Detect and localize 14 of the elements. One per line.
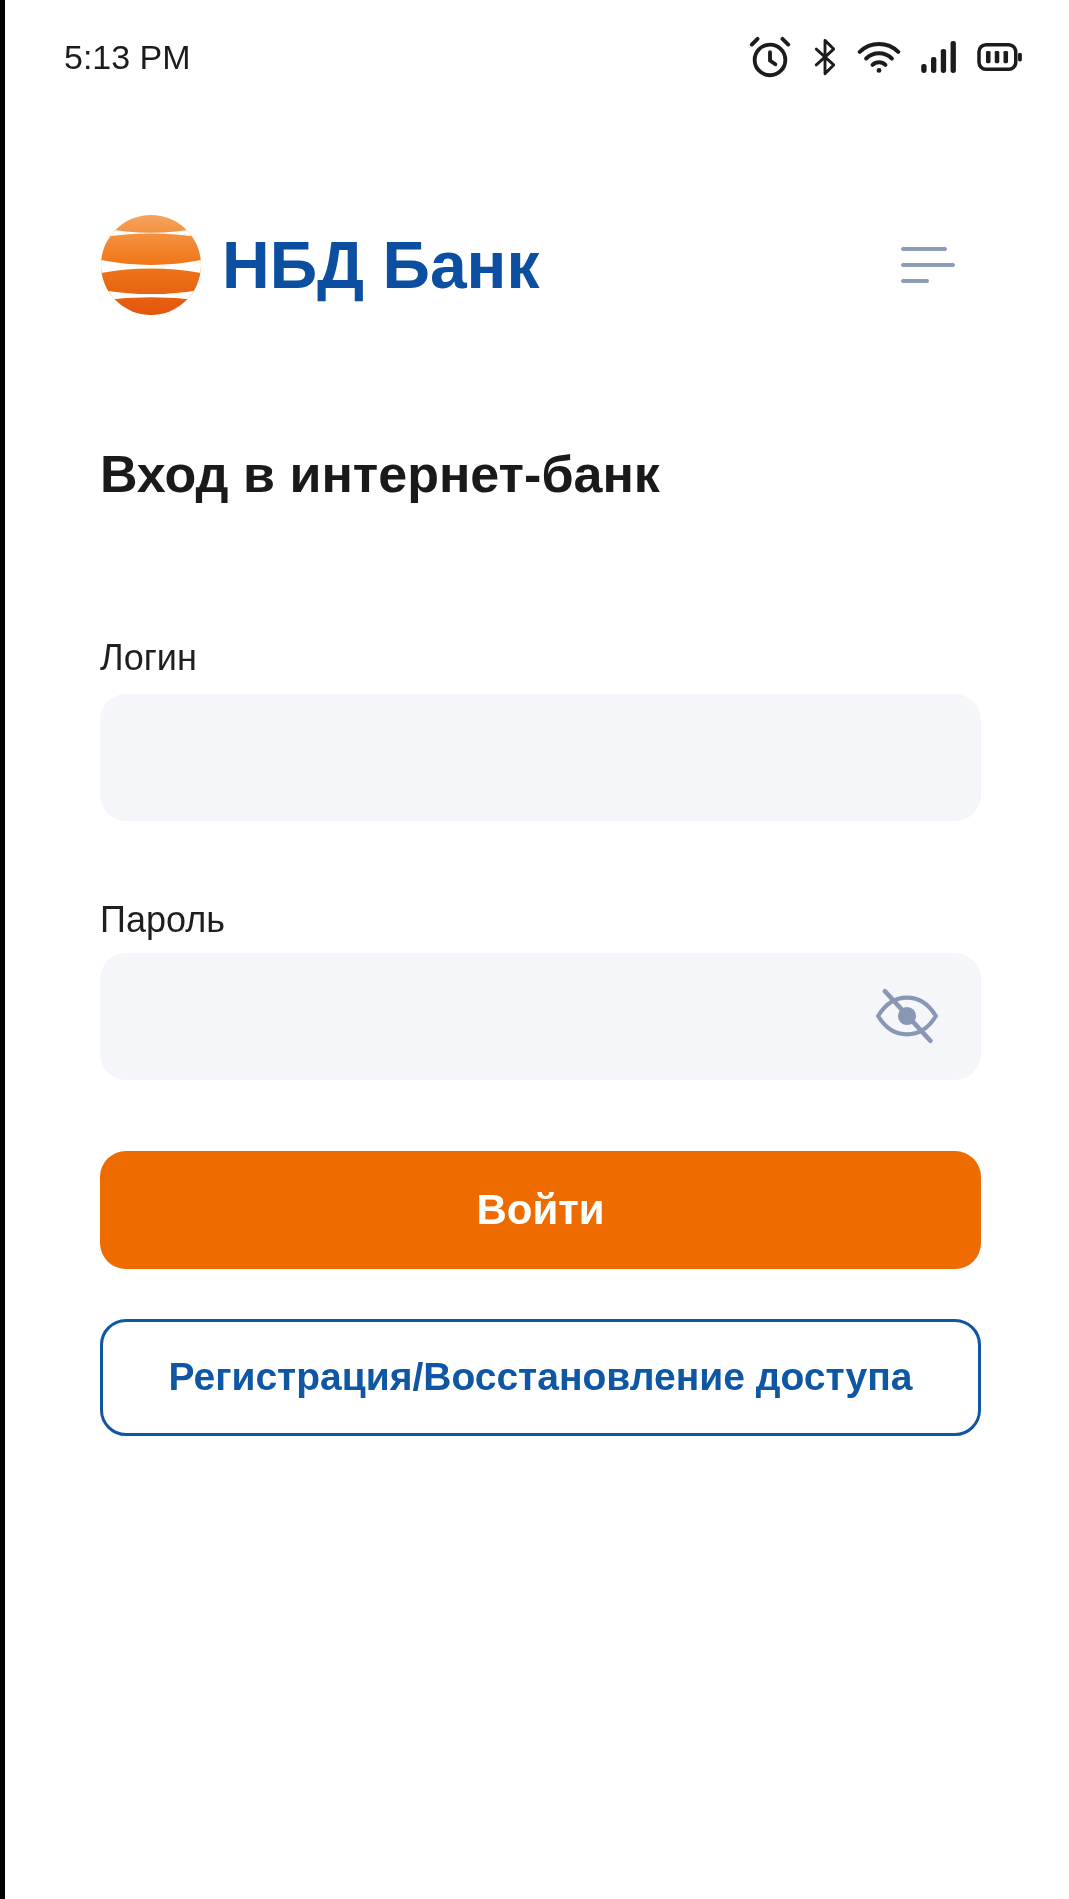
password-field[interactable]	[100, 952, 981, 1080]
bluetooth-icon	[813, 38, 837, 76]
alarm-clock-icon	[747, 34, 793, 80]
status-time: 5:13 PM	[64, 36, 191, 78]
signal-icon	[921, 41, 957, 73]
battery-icon	[977, 43, 1023, 71]
logo-globe-icon	[100, 214, 202, 316]
field-label: Пароль	[100, 897, 226, 941]
menu-icon[interactable]	[901, 245, 955, 285]
eye-slash-icon[interactable]	[874, 988, 940, 1045]
page-title: Вход в интернет-банк	[100, 444, 661, 505]
wifi-icon	[857, 40, 901, 74]
field-label: Логин	[100, 636, 198, 680]
register-restore-button[interactable]: Регистрация/Восстановление доступа	[100, 1318, 981, 1436]
